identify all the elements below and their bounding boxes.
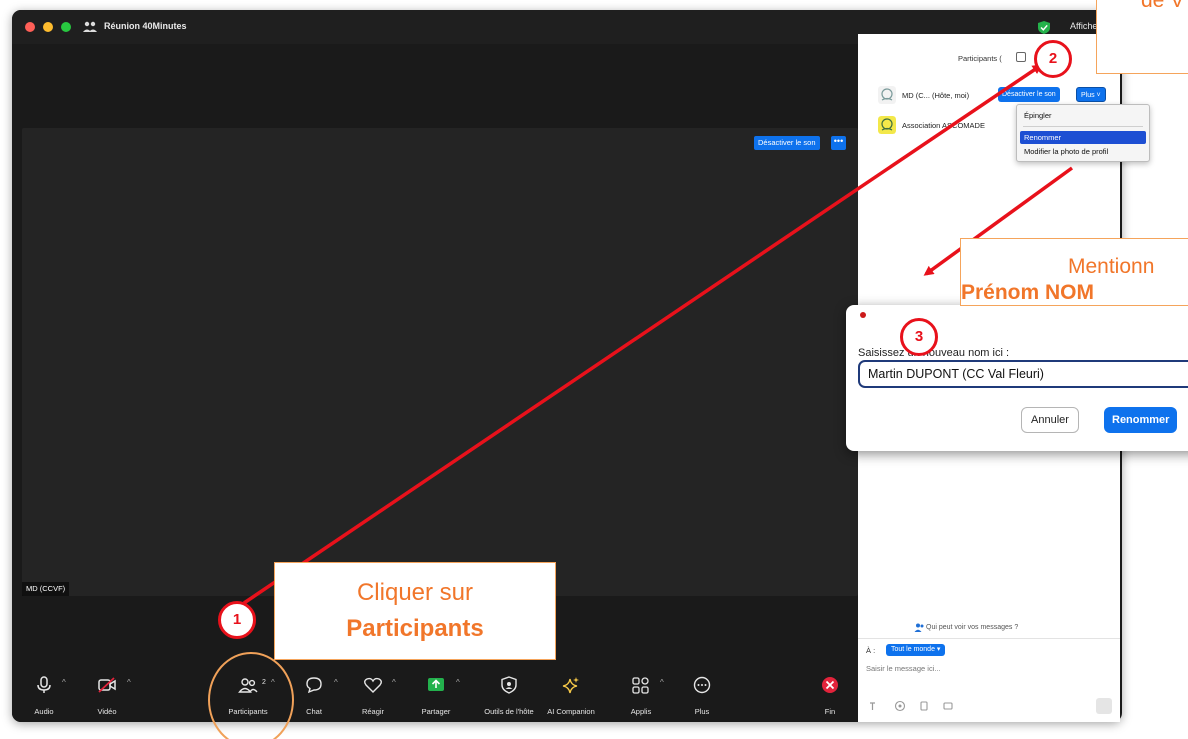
- shield-icon: [501, 676, 517, 694]
- callout-text: Cliquer sur: [356, 579, 474, 606]
- tutorial-screenshot: Réunion 40Minutes Affiche Désactiver le …: [0, 0, 1188, 739]
- format-text-icon[interactable]: [868, 700, 880, 712]
- who-can-see-messages-link[interactable]: Qui peut voir vos messages ?: [926, 624, 1018, 631]
- react-button[interactable]: ^ Réagir: [350, 668, 406, 722]
- audio-label: Audio: [34, 707, 54, 716]
- apps-label: Applis: [630, 707, 652, 716]
- rename-confirm-button[interactable]: Renommer: [1104, 407, 1178, 433]
- file-icon[interactable]: [918, 700, 930, 712]
- zoom-window-button[interactable]: [61, 22, 71, 32]
- share-button[interactable]: ^ Partager: [416, 668, 472, 722]
- view-menu-label[interactable]: Affiche: [1070, 21, 1097, 31]
- chat-message-input[interactable]: [866, 662, 1106, 674]
- cancel-button[interactable]: Annuler: [1021, 407, 1079, 433]
- end-label: Fin: [824, 707, 836, 716]
- callout-text: Mentionn: [1068, 255, 1155, 278]
- mute-participant-button[interactable]: Désactiver le son: [998, 87, 1060, 102]
- emoji-icon[interactable]: [894, 700, 906, 712]
- sparkle-icon: [562, 677, 579, 694]
- close-dialog-button[interactable]: [860, 312, 866, 318]
- menu-item-rename[interactable]: Renommer: [1020, 131, 1146, 144]
- meeting-title: Réunion 40Minutes: [104, 21, 187, 31]
- video-tile[interactable]: [22, 128, 858, 596]
- menu-divider: [1023, 126, 1143, 127]
- more-label: Plus: [694, 707, 710, 716]
- more-button[interactable]: Plus: [680, 668, 724, 722]
- more-icon: [693, 676, 711, 694]
- callout-step-1: Cliquer sur Participants: [274, 562, 556, 660]
- chat-button[interactable]: ^ Chat: [294, 668, 344, 722]
- people-icon: [914, 623, 924, 632]
- security-shield-icon[interactable]: [1037, 20, 1051, 35]
- avatar: [878, 86, 896, 104]
- meeting-icon: [83, 21, 97, 32]
- chat-icon: [306, 677, 322, 694]
- react-caret[interactable]: ^: [392, 678, 396, 687]
- send-message-button[interactable]: [1096, 698, 1112, 714]
- video-more-options-button[interactable]: •••: [831, 136, 846, 150]
- callout-step-3: Mentionn Prénom NOM: [960, 238, 1188, 306]
- recipient-label: À :: [866, 646, 876, 655]
- recipient-select[interactable]: Tout le monde ▾: [886, 644, 946, 656]
- screenshot-icon[interactable]: [942, 700, 954, 712]
- share-screen-icon: [428, 678, 444, 691]
- new-name-input[interactable]: [858, 360, 1188, 388]
- callout-text: de V: [1141, 0, 1185, 12]
- end-meeting-button[interactable]: Fin: [812, 668, 848, 722]
- microphone-icon: [37, 676, 51, 693]
- video-off-icon: [98, 677, 116, 693]
- video-label: Vidéo: [97, 707, 117, 716]
- divider: [858, 638, 1120, 639]
- react-label: Réagir: [361, 707, 385, 716]
- audio-button[interactable]: ^ Audio: [12, 668, 72, 722]
- apps-icon: [632, 677, 649, 694]
- callout-text-bold: Prénom NOM: [961, 281, 1095, 304]
- close-window-button[interactable]: [25, 22, 35, 32]
- ai-companion-button[interactable]: AI Companion: [536, 668, 606, 722]
- rename-dialog: Saisissez un nouveau nom ici : Annuler R…: [846, 305, 1188, 451]
- participant-name-tag: MD (CCVF): [22, 582, 70, 596]
- participant-more-button[interactable]: Plus ˅: [1076, 87, 1106, 102]
- end-call-icon: [822, 677, 838, 693]
- share-label: Partager: [421, 707, 451, 716]
- video-button[interactable]: ^ Vidéo: [82, 668, 152, 722]
- step-badge-2: 2: [1034, 40, 1072, 78]
- audio-caret[interactable]: ^: [62, 678, 66, 687]
- apps-caret[interactable]: ^: [660, 678, 664, 687]
- participants-highlight-ring: [208, 652, 294, 739]
- step-badge-3: 3: [900, 318, 938, 356]
- participant-context-menu: Épingler Renommer Modifier la photo de p…: [1016, 104, 1150, 162]
- meeting-toolbar: ^ Audio ^ Vidéo 2 ^ Participants ^ Chat …: [12, 668, 858, 722]
- apps-button[interactable]: ^ Applis: [618, 668, 674, 722]
- popout-icon[interactable]: [1016, 52, 1026, 62]
- chat-label: Chat: [306, 707, 322, 716]
- heart-icon: [364, 677, 382, 693]
- participants-panel-title: Participants (: [958, 54, 1002, 63]
- participant-name: MD (C... (Hôte, moi): [902, 91, 970, 100]
- minimize-window-button[interactable]: [43, 22, 53, 32]
- chat-caret[interactable]: ^: [334, 678, 338, 687]
- share-caret[interactable]: ^: [456, 678, 460, 687]
- menu-item-pin[interactable]: Épingler: [1020, 109, 1146, 122]
- step-badge-1: 1: [218, 601, 256, 639]
- participant-name: Association ASCOMADE: [902, 121, 985, 130]
- video-caret[interactable]: ^: [127, 678, 131, 687]
- host-tools-label: Outils de l'hôte: [484, 707, 534, 716]
- mute-participant-button[interactable]: Désactiver le son: [754, 136, 820, 150]
- ai-companion-label: AI Companion: [547, 707, 595, 716]
- avatar: [878, 116, 896, 134]
- menu-item-change-profile-photo[interactable]: Modifier la photo de profil: [1020, 145, 1146, 158]
- callout-text-bold: Participants: [346, 615, 484, 642]
- callout-step-2: de V: [1096, 0, 1188, 74]
